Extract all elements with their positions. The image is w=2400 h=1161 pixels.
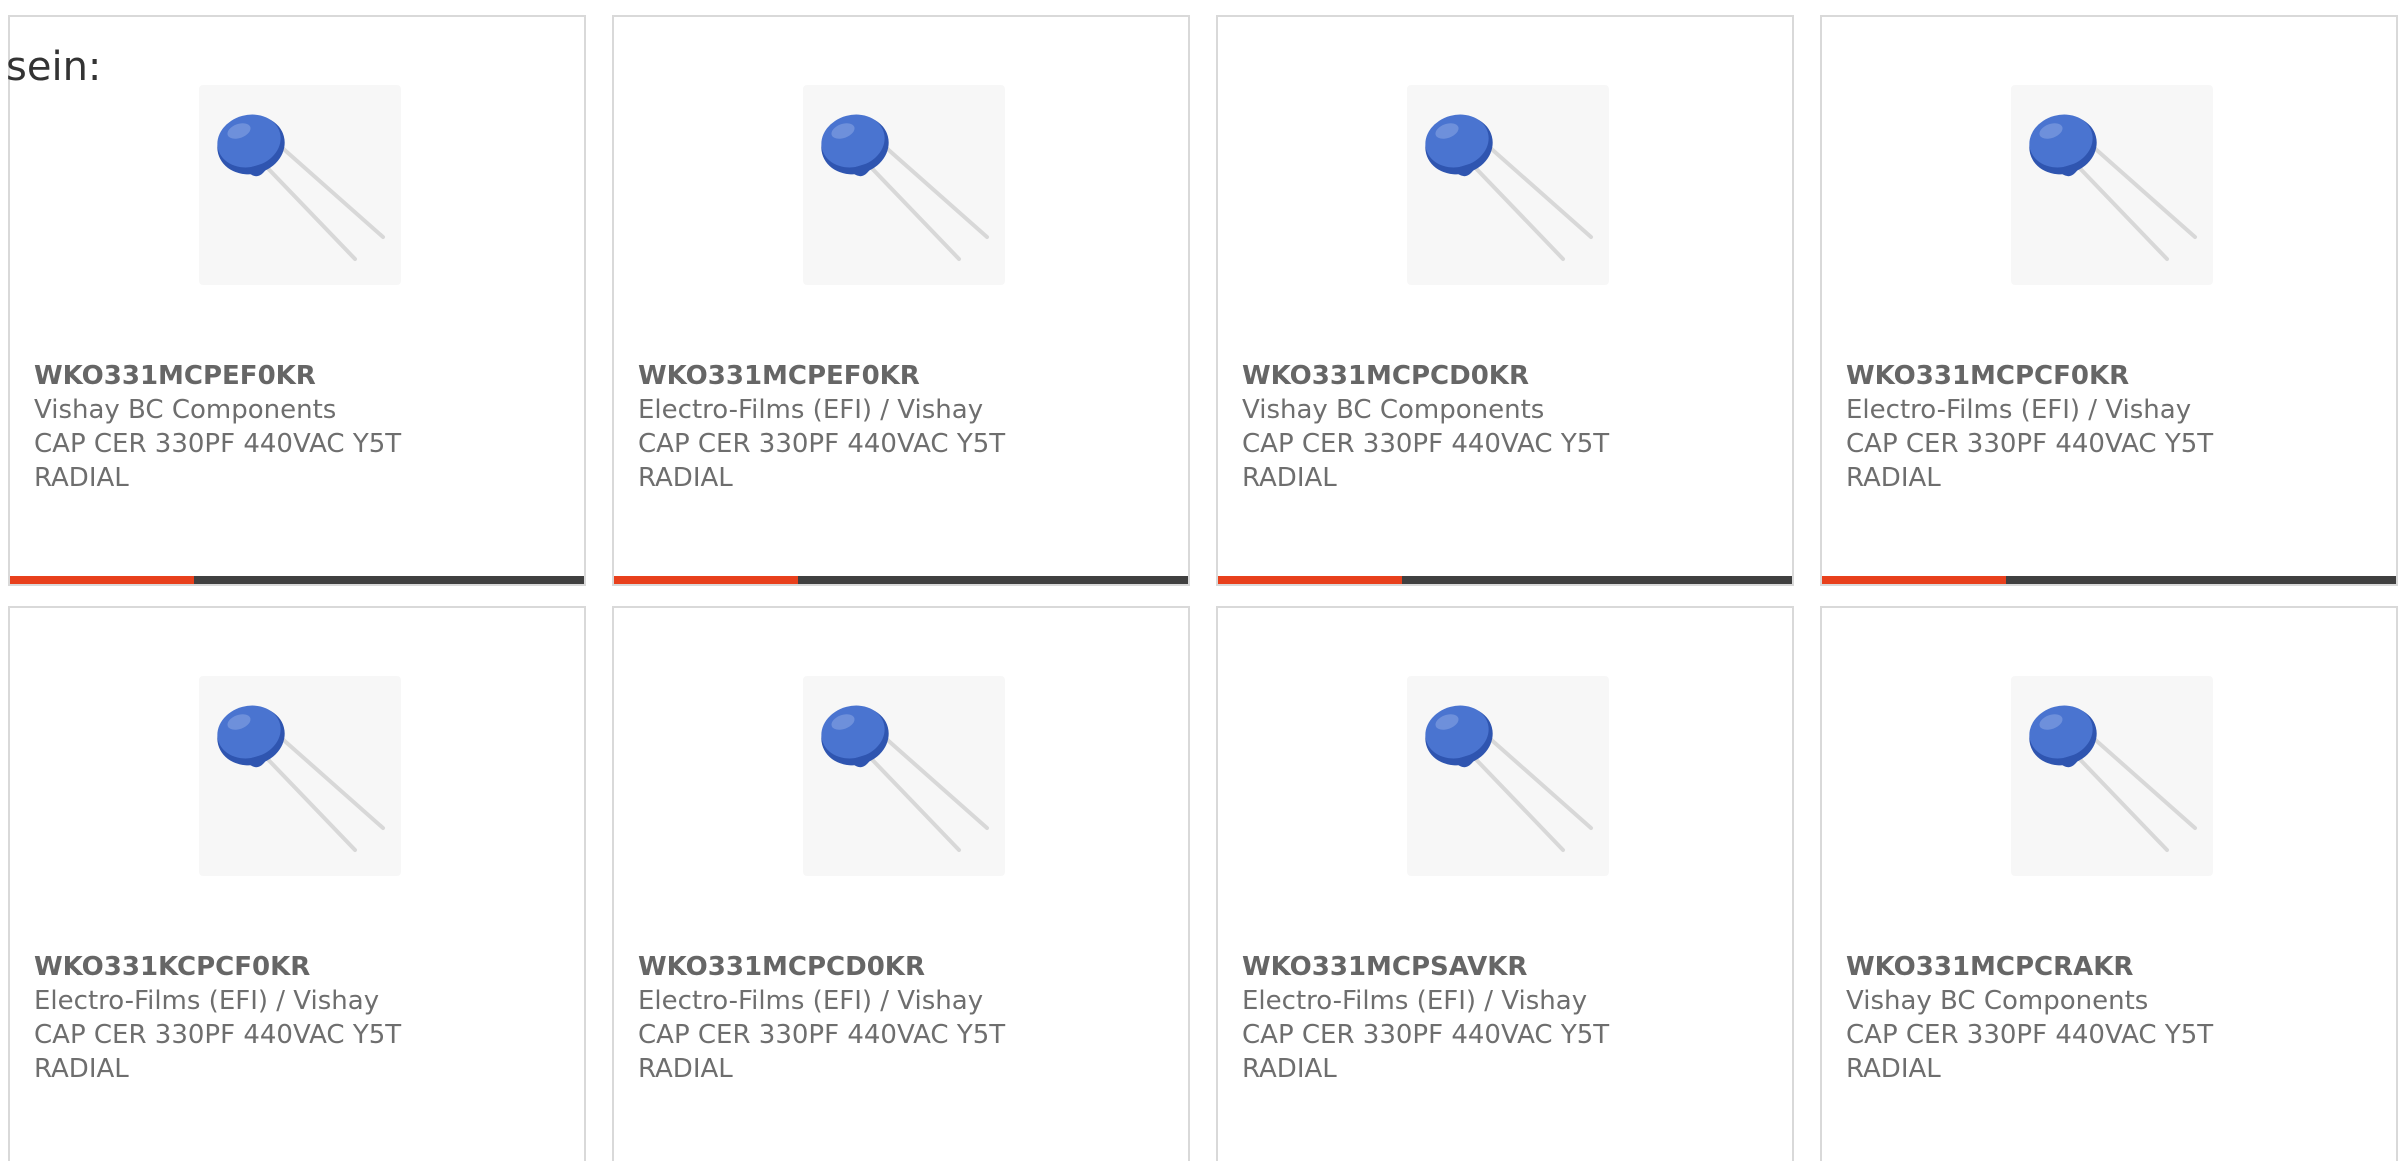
product-description: CAP CER 330PF 440VAC Y5T RADIAL — [638, 429, 1006, 493]
capacitor-icon — [821, 114, 989, 261]
manufacturer: Electro-Films (EFI) / Vishay — [1846, 395, 2192, 425]
card-footer-bar — [10, 576, 584, 584]
manufacturer: Electro-Films (EFI) / Vishay — [638, 395, 984, 425]
part-number-link[interactable]: WKO331MCPEF0KR — [34, 359, 560, 393]
capacitor-image[interactable] — [2011, 676, 2213, 876]
product-grid-page: sein: WKO331MCPEF0KR Vishay BC Component… — [0, 0, 2400, 1161]
manufacturer: Vishay BC Components — [1846, 986, 2149, 1016]
manufacturer: Electro-Films (EFI) / Vishay — [34, 986, 380, 1016]
product-card[interactable]: WKO331KCPCF0KR Electro-Films (EFI) / Vis… — [8, 606, 586, 1161]
card-footer-bar — [1822, 576, 2396, 584]
product-info: WKO331KCPCF0KR Electro-Films (EFI) / Vis… — [34, 950, 560, 1086]
capacitor-icon — [1425, 114, 1593, 261]
intro-text: sein: — [6, 44, 102, 90]
product-info: WKO331MCPEF0KR Vishay BC Components CAP … — [34, 359, 560, 495]
manufacturer: Electro-Films (EFI) / Vishay — [1242, 986, 1588, 1016]
capacitor-image[interactable] — [199, 85, 401, 285]
product-card[interactable]: WKO331MCPCF0KR Electro-Films (EFI) / Vis… — [1820, 15, 2398, 586]
product-description: CAP CER 330PF 440VAC Y5T RADIAL — [1242, 1020, 1610, 1084]
capacitor-icon — [217, 114, 385, 261]
product-info: WKO331MCPCRAKR Vishay BC Components CAP … — [1846, 950, 2372, 1086]
product-info: WKO331MCPCD0KR Electro-Films (EFI) / Vis… — [638, 950, 1164, 1086]
manufacturer: Electro-Films (EFI) / Vishay — [638, 986, 984, 1016]
manufacturer: Vishay BC Components — [34, 395, 337, 425]
capacitor-image[interactable] — [199, 676, 401, 876]
product-description: CAP CER 330PF 440VAC Y5T RADIAL — [34, 1020, 402, 1084]
product-info: WKO331MCPEF0KR Electro-Films (EFI) / Vis… — [638, 359, 1164, 495]
part-number-link[interactable]: WKO331KCPCF0KR — [34, 950, 560, 984]
part-number-link[interactable]: WKO331MCPCRAKR — [1846, 950, 2372, 984]
capacitor-image[interactable] — [803, 85, 1005, 285]
part-number-link[interactable]: WKO331MCPCD0KR — [1242, 359, 1768, 393]
product-description: CAP CER 330PF 440VAC Y5T RADIAL — [638, 1020, 1006, 1084]
product-card[interactable]: WKO331MCPCD0KR Electro-Films (EFI) / Vis… — [612, 606, 1190, 1161]
capacitor-icon — [1425, 705, 1593, 852]
part-number-link[interactable]: WKO331MCPCD0KR — [638, 950, 1164, 984]
part-number-link[interactable]: WKO331MCPSAVKR — [1242, 950, 1768, 984]
product-info: WKO331MCPCD0KR Vishay BC Components CAP … — [1242, 359, 1768, 495]
capacitor-image[interactable] — [803, 676, 1005, 876]
product-description: CAP CER 330PF 440VAC Y5T RADIAL — [34, 429, 402, 493]
product-description: CAP CER 330PF 440VAC Y5T RADIAL — [1846, 1020, 2214, 1084]
product-card[interactable]: WKO331MCPSAVKR Electro-Films (EFI) / Vis… — [1216, 606, 1794, 1161]
capacitor-image[interactable] — [2011, 85, 2213, 285]
product-card[interactable]: WKO331MCPCD0KR Vishay BC Components CAP … — [1216, 15, 1794, 586]
capacitor-icon — [2029, 114, 2197, 261]
capacitor-icon — [821, 705, 989, 852]
capacitor-icon — [2029, 705, 2197, 852]
card-footer-bar — [1218, 576, 1792, 584]
product-card[interactable]: WKO331MCPEF0KR Vishay BC Components CAP … — [8, 15, 586, 586]
capacitor-image[interactable] — [1407, 676, 1609, 876]
product-card[interactable]: WKO331MCPCRAKR Vishay BC Components CAP … — [1820, 606, 2398, 1161]
product-info: WKO331MCPSAVKR Electro-Films (EFI) / Vis… — [1242, 950, 1768, 1086]
capacitor-image[interactable] — [1407, 85, 1609, 285]
product-card[interactable]: WKO331MCPEF0KR Electro-Films (EFI) / Vis… — [612, 15, 1190, 586]
capacitor-icon — [217, 705, 385, 852]
product-description: CAP CER 330PF 440VAC Y5T RADIAL — [1846, 429, 2214, 493]
product-info: WKO331MCPCF0KR Electro-Films (EFI) / Vis… — [1846, 359, 2372, 495]
manufacturer: Vishay BC Components — [1242, 395, 1545, 425]
part-number-link[interactable]: WKO331MCPCF0KR — [1846, 359, 2372, 393]
card-footer-bar — [614, 576, 1188, 584]
product-description: CAP CER 330PF 440VAC Y5T RADIAL — [1242, 429, 1610, 493]
part-number-link[interactable]: WKO331MCPEF0KR — [638, 359, 1164, 393]
